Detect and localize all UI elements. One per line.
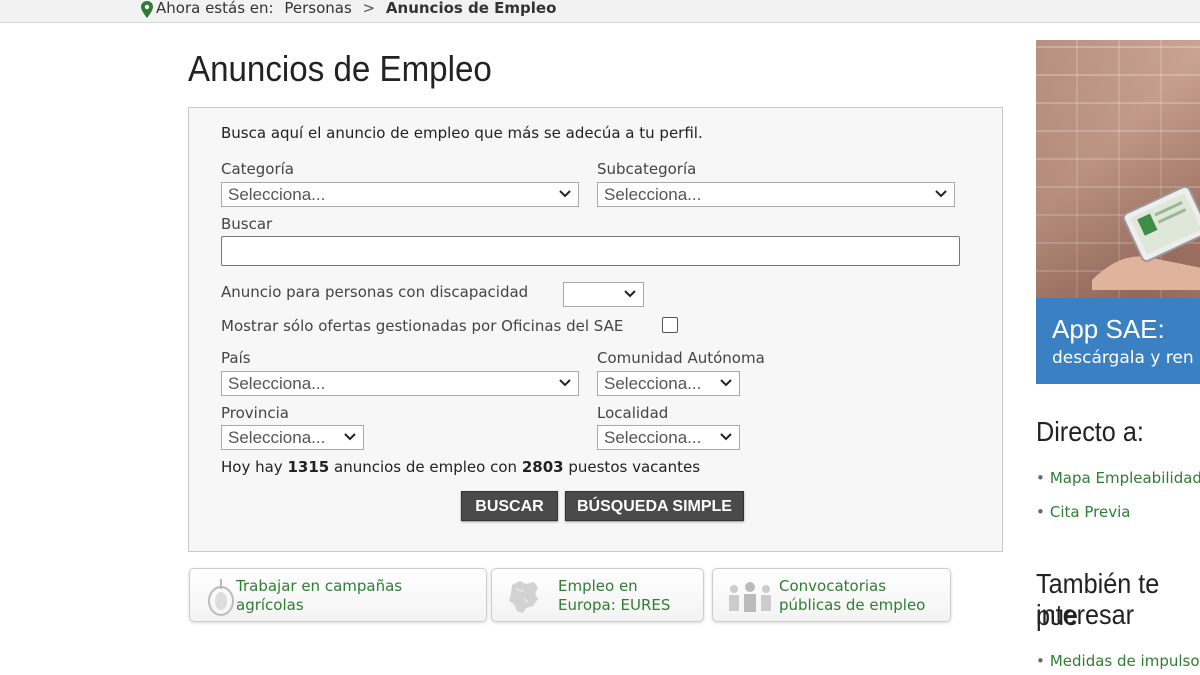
tambien-heading-line2: interesar [1036,599,1135,630]
location-pin-icon [141,1,153,18]
chevron-down-icon [720,433,732,441]
simple-search-button[interactable]: BÚSQUEDA SIMPLE [565,491,744,521]
pais-value: Selecciona... [228,374,326,393]
search-button[interactable]: BUSCAR [461,491,558,521]
chevron-down-icon [344,433,356,441]
chevron-down-icon [559,379,571,387]
wheat-icon [208,579,234,616]
sae-only-label: Mostrar sólo ofertas gestionadas por Ofi… [221,317,624,335]
pais-select[interactable]: Selecciona... [221,371,579,396]
comunidad-label: Comunidad Autónoma [597,349,765,367]
comunidad-select[interactable]: Selecciona... [597,371,740,396]
app-sae-banner[interactable]: App SAE: descárgala y ren [1036,40,1200,384]
promo-title: App SAE: [1052,314,1165,344]
breadcrumb: Ahora estás en: Personas > Anuncios de E… [0,0,1200,23]
card-eures[interactable]: Empleo en Europa: EURES [491,568,704,622]
card-label: Empleo en Europa: EURES [558,577,671,614]
localidad-label: Localidad [597,404,669,422]
form-intro: Busca aquí el anuncio de empleo que más … [221,124,703,142]
breadcrumb-separator: > [362,0,376,17]
europe-map-icon [509,581,538,613]
pais-label: País [221,349,251,367]
vacancies-count: 2803 [521,458,564,476]
promo-subtitle: descárgala y ren [1052,348,1194,368]
provincia-value: Selecciona... [228,428,326,447]
provincia-label: Provincia [221,404,289,422]
subcategoria-value: Selecciona... [604,185,702,204]
search-input[interactable] [221,236,960,266]
subcategoria-label: Subcategoría [597,160,697,178]
card-label: Convocatorias públicas de empleo [779,577,926,614]
sidebar-link-mapa-empleabilidad[interactable]: • Mapa Empleabilidad [1036,469,1200,487]
chevron-down-icon [624,290,636,298]
discapacidad-label: Anuncio para personas con discapacidad [221,283,529,301]
sidebar-link-medidas-impulso[interactable]: • Medidas de impulso [1036,652,1200,670]
breadcrumb-parent-link[interactable]: Personas [284,0,351,17]
sidebar-link-cita-previa[interactable]: • Cita Previa [1036,503,1130,521]
people-icon [729,582,771,612]
card-convocatorias[interactable]: Convocatorias públicas de empleo [712,568,951,622]
provincia-select[interactable]: Selecciona... [221,425,364,450]
page-title: Anuncios de Empleo [188,48,492,89]
card-campanas-agricolas[interactable]: Trabajar en campañas agrícolas [189,568,487,622]
categoria-value: Selecciona... [228,185,326,204]
search-form: Busca aquí el anuncio de empleo que más … [188,107,1003,552]
sae-only-checkbox[interactable] [662,317,678,333]
chevron-down-icon [720,379,732,387]
breadcrumb-current: Anuncios de Empleo [385,0,557,17]
localidad-select[interactable]: Selecciona... [597,425,740,450]
discapacidad-select[interactable] [563,282,644,307]
categoria-label: Categoría [221,160,295,178]
categoria-select[interactable]: Selecciona... [221,182,579,207]
ads-count: 1315 [287,458,330,476]
chevron-down-icon [559,190,571,198]
results-summary: Hoy hay 1315 anuncios de empleo con 2803… [221,458,701,476]
breadcrumb-prefix: Ahora estás en: [156,0,274,17]
chevron-down-icon [935,190,947,198]
comunidad-value: Selecciona... [604,374,702,393]
localidad-value: Selecciona... [604,428,702,447]
subcategoria-select[interactable]: Selecciona... [597,182,955,207]
buscar-label: Buscar [221,215,273,233]
directo-heading: Directo a: [1036,416,1144,447]
card-label: Trabajar en campañas agrícolas [236,577,403,614]
tablet-photo [1092,185,1200,290]
